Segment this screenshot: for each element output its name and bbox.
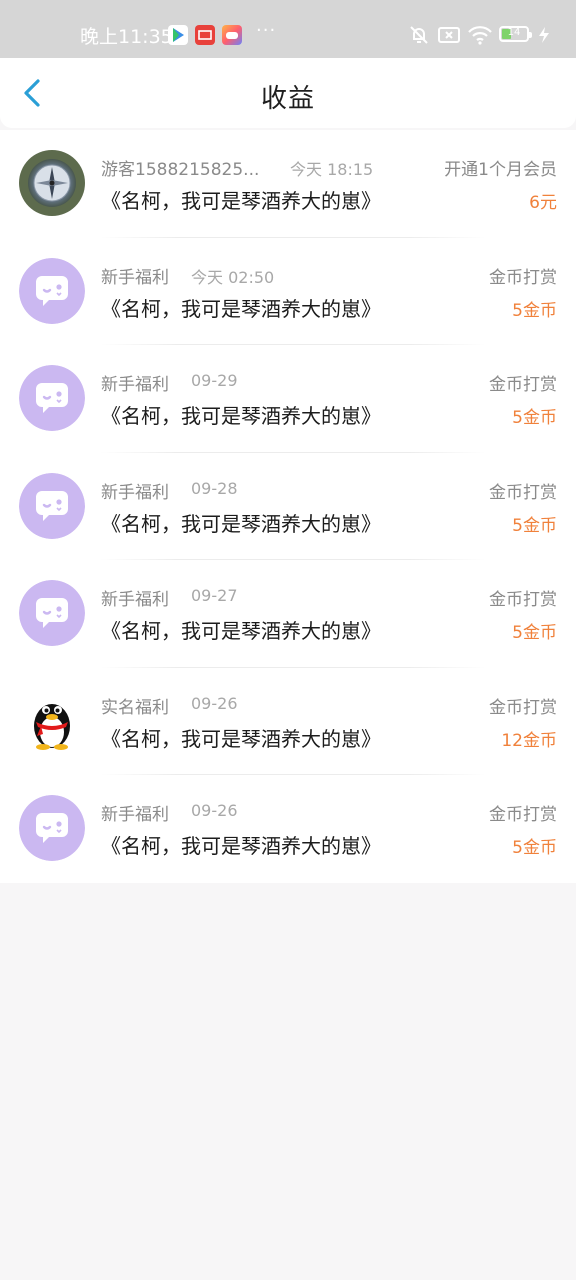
book-title: 《名柯，我可是琴酒养大的崽》 <box>101 404 381 428</box>
status-time: 晚上11:35 <box>80 26 173 48</box>
chat-bubble-avatar-icon <box>19 795 85 861</box>
record-source: 实名福利 <box>101 697 169 718</box>
chat-bubble-avatar-icon <box>19 472 85 539</box>
record-time: 09-29 <box>191 371 238 390</box>
mute-icon <box>408 24 430 50</box>
record-type: 开通1个月会员 <box>444 160 557 180</box>
book-title: 《名柯，我可是琴酒养大的崽》 <box>101 726 381 751</box>
record-amount: 5金币 <box>512 623 557 643</box>
more-notifications-icon: ··· <box>256 20 277 41</box>
earning-record-4[interactable]: 新手福利 09-28 《名柯，我可是琴酒养大的崽》 金币打赏 5金币 <box>0 453 576 560</box>
record-amount: 6元 <box>529 193 557 213</box>
record-time: 09-28 <box>191 478 238 498</box>
battery-level: 14 <box>507 27 521 38</box>
book-title: 《名柯，我可是琴酒养大的崽》 <box>101 511 381 536</box>
record-type: 金币打赏 <box>489 267 557 288</box>
chat-bubble-avatar-icon <box>19 365 85 431</box>
record-time: 今天 18:15 <box>290 160 374 179</box>
record-source: 新手福利 <box>101 805 169 825</box>
record-amount: 5金币 <box>512 515 557 536</box>
record-amount: 5金币 <box>512 408 557 428</box>
book-title: 《名柯，我可是琴酒养大的崽》 <box>101 296 381 321</box>
earning-record-2[interactable]: 新手福利 今天 02:50 《名柯，我可是琴酒养大的崽》 金币打赏 5金币 <box>0 238 576 345</box>
compass-avatar-icon <box>19 150 85 216</box>
penguin-avatar-icon <box>19 687 85 754</box>
record-type: 金币打赏 <box>489 805 557 825</box>
charging-icon <box>538 27 550 47</box>
record-type: 金币打赏 <box>489 375 557 395</box>
record-source: 新手福利 <box>101 267 169 288</box>
book-title: 《名柯，我可是琴酒养大的崽》 <box>101 189 381 213</box>
record-time: 今天 02:50 <box>191 267 275 287</box>
earning-record-5[interactable]: 新手福利 09-27 《名柯，我可是琴酒养大的崽》 金币打赏 5金币 <box>0 560 576 668</box>
record-time: 09-27 <box>191 586 238 605</box>
record-time: 09-26 <box>191 801 238 820</box>
book-title: 《名柯，我可是琴酒养大的崽》 <box>101 619 381 643</box>
no-sim-icon <box>437 24 461 50</box>
record-time: 09-26 <box>191 693 238 713</box>
record-source: 新手福利 <box>101 590 169 610</box>
page-title: 收益 <box>260 84 315 114</box>
play-store-icon <box>168 25 188 45</box>
battery-icon: 14 <box>499 26 532 42</box>
page-header: 收益 <box>0 58 576 128</box>
record-amount: 5金币 <box>512 300 557 321</box>
wifi-icon <box>467 24 493 50</box>
earning-record-7[interactable]: 新手福利 09-26 《名柯，我可是琴酒养大的崽》 金币打赏 5金币 <box>0 775 576 883</box>
record-amount: 12金币 <box>501 730 557 751</box>
record-source: 新手福利 <box>101 482 169 503</box>
status-bar: 晚上11:35 ··· 14 <box>0 0 576 58</box>
earning-record-1[interactable]: 游客1588215825... 今天 18:15 《名柯，我可是琴酒养大的崽》 … <box>0 130 576 238</box>
earning-record-6[interactable]: 实名福利 09-26 《名柯，我可是琴酒养大的崽》 金币打赏 12金币 <box>0 668 576 775</box>
earnings-list: 游客1588215825... 今天 18:15 《名柯，我可是琴酒养大的崽》 … <box>0 130 576 883</box>
earning-record-3[interactable]: 新手福利 09-29 《名柯，我可是琴酒养大的崽》 金币打赏 5金币 <box>0 345 576 453</box>
record-source: 游客1588215825... <box>101 160 260 180</box>
news-app-icon <box>195 25 215 45</box>
chat-bubble-avatar-icon <box>19 580 85 646</box>
record-amount: 5金币 <box>512 838 557 858</box>
record-source: 新手福利 <box>101 375 169 395</box>
chat-bubble-avatar-icon <box>19 257 85 324</box>
record-type: 金币打赏 <box>489 697 557 718</box>
book-title: 《名柯，我可是琴酒养大的崽》 <box>101 834 381 858</box>
game-app-icon <box>222 25 242 45</box>
record-type: 金币打赏 <box>489 482 557 503</box>
record-type: 金币打赏 <box>489 590 557 610</box>
